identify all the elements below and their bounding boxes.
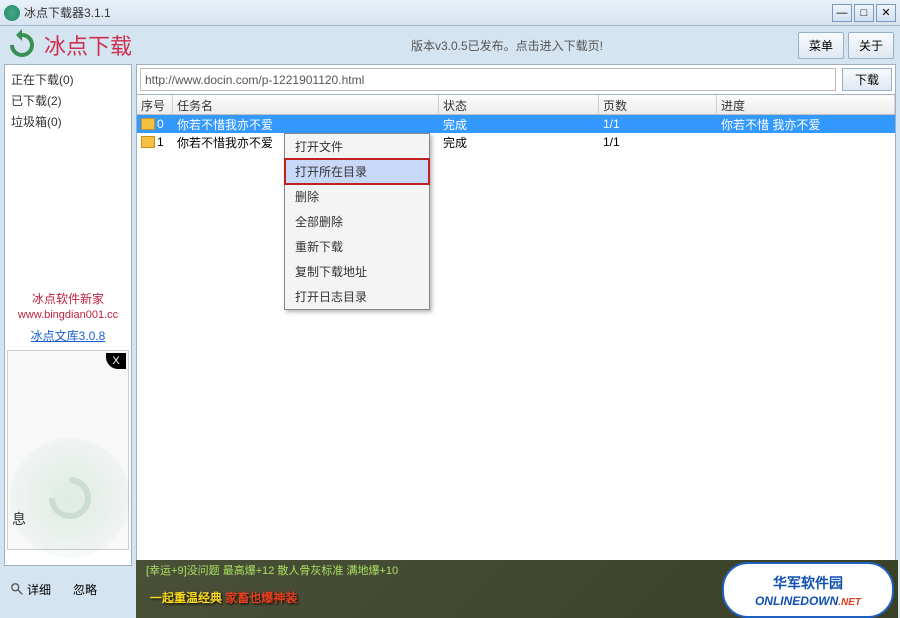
col-progress[interactable]: 进度 (717, 95, 895, 114)
banner-stats: [幸运+9]没问题 最高爆+12 散人骨灰标准 满地爆+10 (146, 562, 398, 578)
version-info[interactable]: 版本v3.0.5已发布。点击进入下载页! (216, 37, 798, 54)
promo-link[interactable]: 冰点文库3.0.8 (7, 327, 129, 344)
menu-redownload[interactable]: 重新下载 (285, 234, 429, 259)
window-title: 冰点下载器3.1.1 (24, 4, 830, 21)
download-button[interactable]: 下载 (842, 68, 892, 91)
watermark-icon (10, 438, 130, 558)
col-pages[interactable]: 页数 (599, 95, 717, 114)
sidebar-item-downloaded[interactable]: 已下载(2) (9, 90, 127, 111)
col-index[interactable]: 序号 (137, 95, 173, 114)
folder-icon (141, 136, 155, 148)
maximize-button[interactable]: □ (854, 4, 874, 22)
folder-icon (141, 118, 155, 130)
promo-title: 冰点软件新家 (7, 290, 129, 307)
context-menu: 打开文件 打开所在目录 删除 全部删除 重新下载 复制下载地址 打开日志目录 (284, 133, 430, 310)
menu-delete[interactable]: 删除 (285, 184, 429, 209)
sidebar-item-downloading[interactable]: 正在下载(0) (9, 69, 127, 90)
menu-copy-url[interactable]: 复制下载地址 (285, 259, 429, 284)
close-button[interactable]: ✕ (876, 4, 896, 22)
table-row[interactable]: 1 你若不惜我亦不爱 完成 1/1 (137, 133, 895, 151)
menu-button[interactable]: 菜单 (798, 32, 844, 59)
banner-text: 一起重温经典 家畜也爆神装 (150, 582, 297, 608)
about-button[interactable]: 关于 (848, 32, 894, 59)
menu-open-log[interactable]: 打开日志目录 (285, 284, 429, 309)
menu-open-file[interactable]: 打开文件 (285, 134, 429, 159)
menu-open-folder[interactable]: 打开所在目录 (284, 158, 430, 185)
refresh-icon (6, 29, 38, 61)
minimize-button[interactable]: ― (832, 4, 852, 22)
banner-logo[interactable]: 华军软件园 ONLINEDOWN.NET (722, 562, 894, 618)
detail-button[interactable]: 详细 (4, 577, 57, 602)
table-row[interactable]: 0 你若不惜我亦不爱 完成 1/1 你若不惜 我亦不爱 (137, 115, 895, 133)
sidebar-item-trash[interactable]: 垃圾箱(0) (9, 111, 127, 132)
app-icon (4, 5, 20, 21)
promo-url[interactable]: www.bingdian001.cc (7, 309, 129, 321)
col-status[interactable]: 状态 (439, 95, 599, 114)
url-input[interactable] (140, 68, 836, 91)
ad-close-icon[interactable]: X (106, 353, 126, 369)
app-name: 冰点下载 (44, 29, 132, 61)
banner-ad[interactable]: [幸运+9]没问题 最高爆+12 散人骨灰标准 满地爆+10 一起重温经典 家畜… (136, 560, 898, 618)
search-icon (10, 582, 24, 596)
ignore-button[interactable]: 忽略 (67, 577, 103, 602)
menu-delete-all[interactable]: 全部删除 (285, 209, 429, 234)
task-table: 序号 任务名 状态 页数 进度 0 你若不惜我亦不爱 完成 1/1 你若不惜 我… (136, 94, 896, 566)
col-name[interactable]: 任务名 (173, 95, 439, 114)
